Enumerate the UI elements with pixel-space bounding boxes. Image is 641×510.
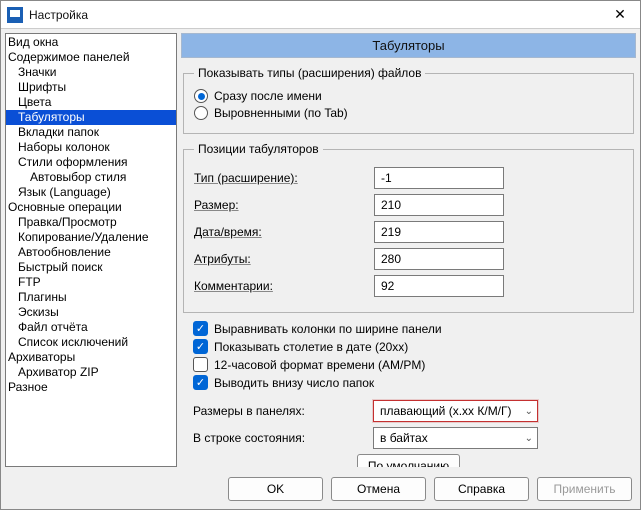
radio-after-name[interactable]: Сразу после имени bbox=[194, 89, 623, 103]
help-button[interactable]: Справка bbox=[434, 477, 529, 501]
checkbox-icon bbox=[193, 375, 208, 390]
tree-item[interactable]: Стили оформления bbox=[6, 155, 176, 170]
window-title: Настройка bbox=[29, 8, 600, 22]
close-button[interactable]: ✕ bbox=[600, 1, 640, 29]
checkbox-icon bbox=[193, 339, 208, 354]
position-label: Размер: bbox=[194, 198, 374, 212]
body: Вид окнаСодержимое панелейЗначкиШрифтыЦв… bbox=[1, 29, 640, 471]
sizes-in-panels-row: Размеры в панелях: плавающий (x.xx К/М/Г… bbox=[193, 400, 636, 422]
tree-item[interactable]: Вкладки папок bbox=[6, 125, 176, 140]
titlebar: Настройка ✕ bbox=[1, 1, 640, 29]
default-button-row: По умолчанию bbox=[181, 454, 636, 467]
sizes-combo-value: плавающий (x.xx К/М/Г) bbox=[380, 404, 512, 418]
position-row: Атрибуты: bbox=[194, 248, 623, 270]
chevron-down-icon: ⌄ bbox=[525, 433, 533, 444]
position-input[interactable] bbox=[374, 275, 504, 297]
settings-window: Настройка ✕ Вид окнаСодержимое панелейЗн… bbox=[0, 0, 641, 510]
check-label: 12-часовой формат времени (AM/PM) bbox=[214, 358, 425, 372]
tree-item[interactable]: Язык (Language) bbox=[6, 185, 176, 200]
radio-icon bbox=[194, 106, 208, 120]
footer: OK Отмена Справка Применить bbox=[1, 471, 640, 509]
position-row: Дата/время: bbox=[194, 221, 623, 243]
app-icon bbox=[7, 7, 23, 23]
tree-item[interactable]: Цвета bbox=[6, 95, 176, 110]
status-label: В строке состояния: bbox=[193, 431, 373, 445]
check-row[interactable]: Показывать столетие в дате (20xx) bbox=[193, 339, 634, 354]
tree-item[interactable]: FTP bbox=[6, 275, 176, 290]
position-label: Тип (расширение): bbox=[194, 171, 374, 185]
tree-item[interactable]: Разное bbox=[6, 380, 176, 395]
position-row: Тип (расширение): bbox=[194, 167, 623, 189]
status-line-row: В строке состояния: в байтах ⌄ bbox=[193, 427, 636, 449]
group-tab-positions: Позиции табуляторов Тип (расширение): Раз… bbox=[183, 142, 634, 313]
check-label: Показывать столетие в дате (20xx) bbox=[214, 340, 408, 354]
tree-item[interactable]: Автообновление bbox=[6, 245, 176, 260]
apply-button[interactable]: Применить bbox=[537, 477, 632, 501]
tree-item[interactable]: Значки bbox=[6, 65, 176, 80]
cancel-button[interactable]: Отмена bbox=[331, 477, 426, 501]
check-label: Выводить внизу число папок bbox=[214, 376, 374, 390]
position-input[interactable] bbox=[374, 221, 504, 243]
check-options: Выравнивать колонки по ширине панели Пока… bbox=[193, 321, 634, 390]
tree-item[interactable]: Список исключений bbox=[6, 335, 176, 350]
radio-aligned-tab[interactable]: Выровненными (по Tab) bbox=[194, 106, 623, 120]
position-row: Размер: bbox=[194, 194, 623, 216]
sizes-combo[interactable]: плавающий (x.xx К/М/Г) ⌄ bbox=[373, 400, 538, 422]
status-combo[interactable]: в байтах ⌄ bbox=[373, 427, 538, 449]
tree-item[interactable]: Шрифты bbox=[6, 80, 176, 95]
position-input[interactable] bbox=[374, 248, 504, 270]
tree-item[interactable]: Вид окна bbox=[6, 35, 176, 50]
checkbox-icon bbox=[193, 321, 208, 336]
category-tree[interactable]: Вид окнаСодержимое панелейЗначкиШрифтыЦв… bbox=[5, 33, 177, 467]
check-row[interactable]: 12-часовой формат времени (AM/PM) bbox=[193, 357, 634, 372]
tree-item[interactable]: Архиваторы bbox=[6, 350, 176, 365]
right-pane: Табуляторы Показывать типы (расширения) … bbox=[181, 33, 636, 467]
position-label: Атрибуты: bbox=[194, 252, 374, 266]
tree-item[interactable]: Плагины bbox=[6, 290, 176, 305]
check-row[interactable]: Выравнивать колонки по ширине панели bbox=[193, 321, 634, 336]
sizes-label: Размеры в панелях: bbox=[193, 404, 373, 418]
content: Показывать типы (расширения) файлов Сраз… bbox=[181, 58, 636, 467]
tree-item[interactable]: Быстрый поиск bbox=[6, 260, 176, 275]
tree-item[interactable]: Правка/Просмотр bbox=[6, 215, 176, 230]
radio-label: Сразу после имени bbox=[214, 89, 322, 103]
radio-label: Выровненными (по Tab) bbox=[214, 106, 348, 120]
check-label: Выравнивать колонки по ширине панели bbox=[214, 322, 442, 336]
chevron-down-icon: ⌄ bbox=[525, 406, 533, 417]
group-file-types: Показывать типы (расширения) файлов Сраз… bbox=[183, 66, 634, 134]
group-tab-positions-legend: Позиции табуляторов bbox=[194, 142, 323, 156]
ok-button[interactable]: OK bbox=[228, 477, 323, 501]
position-input[interactable] bbox=[374, 194, 504, 216]
status-combo-value: в байтах bbox=[380, 431, 428, 445]
tree-item[interactable]: Файл отчёта bbox=[6, 320, 176, 335]
tree-item[interactable]: Копирование/Удаление bbox=[6, 230, 176, 245]
position-row: Комментарии: bbox=[194, 275, 623, 297]
position-input[interactable] bbox=[374, 167, 504, 189]
tree-item[interactable]: Основные операции bbox=[6, 200, 176, 215]
radio-icon bbox=[194, 89, 208, 103]
tree-item[interactable]: Автовыбор стиля bbox=[6, 170, 176, 185]
default-button[interactable]: По умолчанию bbox=[357, 454, 460, 467]
tree-item[interactable]: Табуляторы bbox=[6, 110, 176, 125]
check-row[interactable]: Выводить внизу число папок bbox=[193, 375, 634, 390]
tree-item[interactable]: Содержимое панелей bbox=[6, 50, 176, 65]
page-title: Табуляторы bbox=[181, 33, 636, 58]
tree-item[interactable]: Наборы колонок bbox=[6, 140, 176, 155]
tree-item[interactable]: Архиватор ZIP bbox=[6, 365, 176, 380]
checkbox-icon bbox=[193, 357, 208, 372]
group-file-types-legend: Показывать типы (расширения) файлов bbox=[194, 66, 425, 80]
tree-item[interactable]: Эскизы bbox=[6, 305, 176, 320]
position-label: Комментарии: bbox=[194, 279, 374, 293]
position-label: Дата/время: bbox=[194, 225, 374, 239]
